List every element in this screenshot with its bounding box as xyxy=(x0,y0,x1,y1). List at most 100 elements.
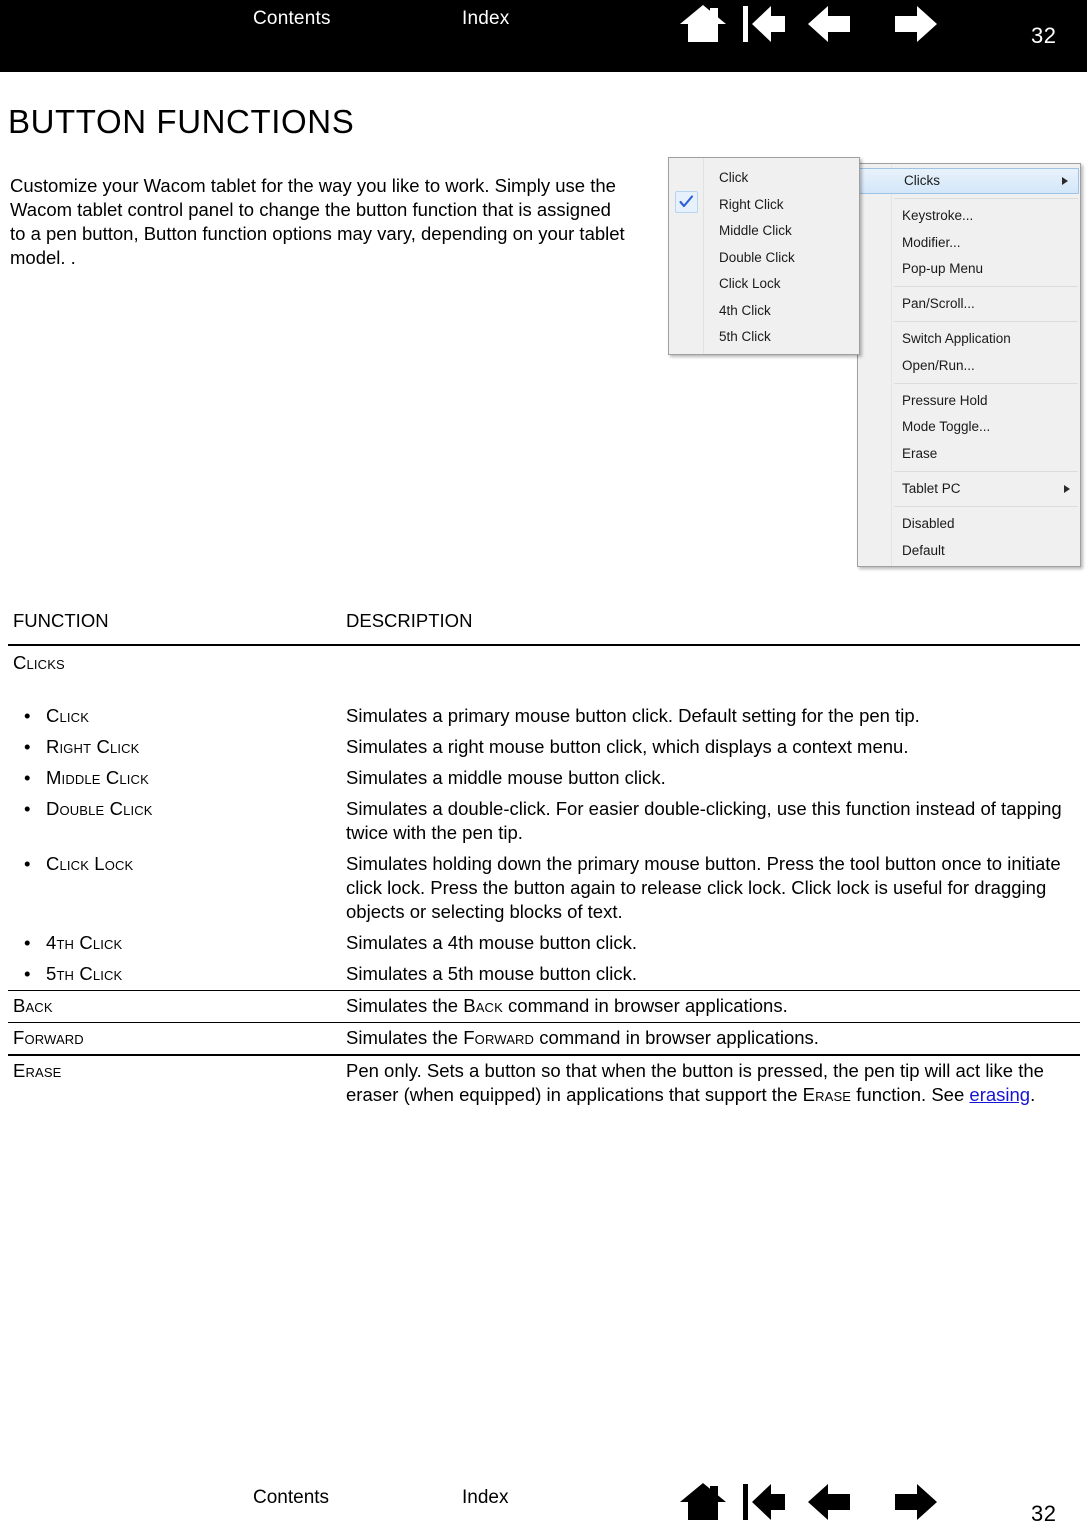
description-text: function. See xyxy=(851,1084,970,1105)
submenu-item[interactable]: Click xyxy=(669,165,859,192)
home-icon[interactable] xyxy=(672,1480,734,1524)
bullet-icon: • xyxy=(24,853,31,874)
menu-separator xyxy=(894,198,1078,200)
menu-item[interactable]: Erase xyxy=(858,441,1080,467)
submenu-item[interactable]: Double Click xyxy=(669,245,859,272)
description-text: Simulates the xyxy=(346,1027,464,1048)
menu-item-label: Keystroke... xyxy=(902,208,974,224)
table-row: Erase Pen only. Sets a button so that whe… xyxy=(8,1056,1080,1111)
menu-separator xyxy=(894,321,1078,323)
menu-item-label: Pan/Scroll... xyxy=(902,296,975,312)
menu-item[interactable]: Keystroke... xyxy=(858,203,1080,229)
table-row: • 4th Click Simulates a 4th mouse button c… xyxy=(8,928,1080,959)
table-row: • Click Simulates a primary mouse button c… xyxy=(8,701,1080,732)
function-label: 5th Click xyxy=(46,963,123,984)
description-cell: Pen only. Sets a button so that when the… xyxy=(346,1059,1080,1107)
description-cell: Simulates a right mouse button click, wh… xyxy=(346,736,909,757)
table-body: Clicks • Click Simulates a primary mouse b… xyxy=(8,646,1080,1111)
first-page-icon[interactable] xyxy=(735,2,797,46)
menu-item-label: Disabled xyxy=(902,516,955,532)
menu-item-label: Switch Application xyxy=(902,331,1011,347)
menu-item[interactable]: Modifier... xyxy=(858,230,1080,256)
description-cell: Simulates the Forward command in browser… xyxy=(346,1026,1080,1050)
submenu-item-list: Click Right Click Middle Click Double Click… xyxy=(669,158,859,351)
clicks-submenu: Click Right Click Middle Click Double Click… xyxy=(668,157,860,355)
header-contents-link[interactable]: Contents xyxy=(253,8,331,30)
bullet-icon: • xyxy=(24,798,31,819)
table-row: Forward Simulates the Forward command in … xyxy=(8,1023,1080,1054)
bullet-icon: • xyxy=(24,932,31,953)
menu-item-label: Open/Run... xyxy=(902,357,975,373)
table-row: • 5th Click Simulates a 5th mouse button c… xyxy=(8,959,1080,990)
description-text: . xyxy=(1030,1084,1036,1105)
description-text: command in browser applications. xyxy=(534,1027,819,1048)
header-page-number: 32 xyxy=(1031,23,1057,48)
menu-item[interactable]: Mode Toggle... xyxy=(858,414,1080,440)
function-label: Click xyxy=(46,705,90,726)
menu-item-label: Pop-up Menu xyxy=(902,260,984,276)
menu-separator xyxy=(894,286,1078,288)
smallcaps-term: Erase xyxy=(802,1084,852,1105)
home-icon[interactable] xyxy=(672,2,734,46)
menu-item[interactable]: Clicks xyxy=(859,168,1079,195)
submenu-item[interactable]: Click Lock xyxy=(669,271,859,298)
menu-item[interactable]: Tablet PC xyxy=(858,476,1080,502)
menu-item[interactable]: Default xyxy=(858,538,1080,564)
next-page-icon[interactable] xyxy=(885,1480,947,1524)
submenu-item[interactable]: 5th Click xyxy=(669,324,859,351)
header-index-link[interactable]: Index xyxy=(462,8,509,30)
menu-item[interactable]: Pressure Hold xyxy=(858,388,1080,414)
submenu-item[interactable]: Right Click xyxy=(669,192,859,219)
bullet-icon: • xyxy=(24,705,31,726)
submenu-item[interactable]: Middle Click xyxy=(669,218,859,245)
description-cell: Simulates holding down the primary mouse… xyxy=(346,853,1061,922)
description-cell: Simulates a primary mouse button click. … xyxy=(346,705,920,726)
footer-contents-link[interactable]: Contents xyxy=(253,1487,329,1509)
function-cell: Back xyxy=(13,995,53,1016)
footer-index-link[interactable]: Index xyxy=(462,1487,508,1509)
table-row: • Right Click Simulates a right mouse butt… xyxy=(8,732,1080,763)
menu-separator xyxy=(894,383,1078,385)
button-function-menu: Clicks Keystroke... Modifier... Pop-up Menu… xyxy=(857,163,1081,567)
menu-item[interactable]: Pop-up Menu xyxy=(858,256,1080,282)
table-row: Clicks xyxy=(8,646,1080,701)
intro-paragraph: Customize your Wacom tablet for the way … xyxy=(10,174,625,269)
first-page-icon[interactable] xyxy=(735,1480,797,1524)
menu-item-label: Mode Toggle... xyxy=(902,419,991,435)
menu-item-label: Modifier... xyxy=(902,234,961,250)
prev-page-icon[interactable] xyxy=(802,2,864,46)
table-header-row: FUNCTION DESCRIPTION xyxy=(8,608,1080,644)
footer-bar: Contents Index 32 xyxy=(0,1468,1087,1527)
column-header-function: FUNCTION xyxy=(13,610,109,631)
description-text: Simulates the xyxy=(346,995,464,1016)
menu-item[interactable]: Pan/Scroll... xyxy=(858,291,1080,317)
function-cell: Forward xyxy=(13,1027,84,1048)
function-label: Double Click xyxy=(46,798,153,819)
function-cell: • 4th Click xyxy=(24,931,344,955)
header-bar: Contents Index 32 xyxy=(0,0,1087,72)
description-cell: Simulates a 4th mouse button click. xyxy=(346,932,638,953)
submenu-item[interactable]: 4th Click xyxy=(669,298,859,325)
table-row: • Click Lock Simulates holding down the pr… xyxy=(8,849,1080,928)
bullet-icon: • xyxy=(24,736,31,757)
prev-page-icon[interactable] xyxy=(802,1480,864,1524)
function-label: Right Click xyxy=(46,736,140,757)
bullet-icon: • xyxy=(24,767,31,788)
menu-item-label: Clicks xyxy=(904,173,940,188)
function-description-table: FUNCTION DESCRIPTION Clicks • Click Simula… xyxy=(8,608,1080,1111)
function-cell: • Middle Click xyxy=(24,766,344,790)
menu-item-label: Tablet PC xyxy=(902,480,961,496)
table-row: • Middle Click Simulates a middle mouse bu… xyxy=(8,763,1080,794)
erasing-link[interactable]: erasing xyxy=(969,1084,1030,1105)
description-cell: Simulates a double-click. For easier dou… xyxy=(346,798,1062,843)
next-page-icon[interactable] xyxy=(885,2,947,46)
menu-item[interactable]: Switch Application xyxy=(858,326,1080,352)
menu-item-label: Default xyxy=(902,542,945,558)
table-row: Back Simulates the Back command in browse… xyxy=(8,991,1080,1022)
menu-item[interactable]: Disabled xyxy=(858,511,1080,537)
description-cell xyxy=(346,675,1080,699)
submenu-arrow-icon xyxy=(1062,177,1068,186)
menu-item[interactable]: Open/Run... xyxy=(858,353,1080,379)
description-cell: Simulates a 5th mouse button click. xyxy=(346,963,638,984)
control-panel-menu-figure: Clicks Keystroke... Modifier... Pop-up Menu… xyxy=(665,155,1085,575)
